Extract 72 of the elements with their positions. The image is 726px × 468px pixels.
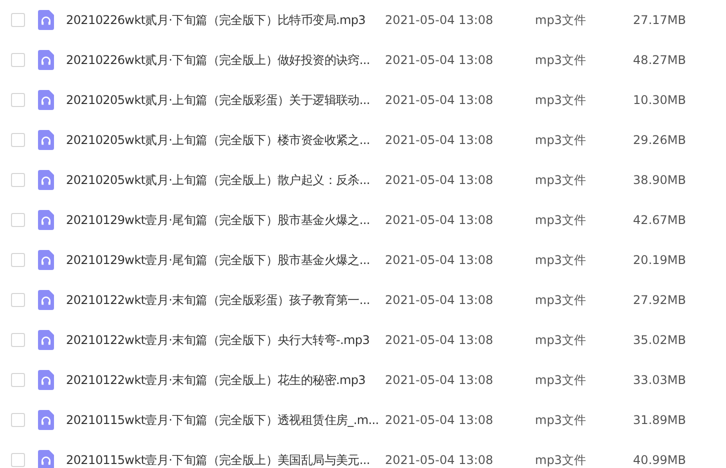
modified-date: 2021-05-04 13:08 <box>385 213 494 227</box>
checkbox[interactable] <box>11 173 25 187</box>
audio-file-icon <box>38 290 54 310</box>
file-name[interactable]: 20210129wkt壹月·尾旬篇（完全版下）股市基金火爆之... <box>66 252 385 268</box>
audio-file-icon <box>38 450 54 468</box>
file-size: 42.67MB <box>632 213 686 227</box>
checkbox[interactable] <box>11 293 25 307</box>
file-type: mp3文件 <box>535 92 587 108</box>
file-name[interactable]: 20210115wkt壹月·下旬篇（完全版下）透视租赁住房_.m... <box>66 412 385 428</box>
audio-file-icon <box>38 90 54 110</box>
file-size: 35.02MB <box>632 333 686 347</box>
checkbox[interactable] <box>11 93 25 107</box>
file-type: mp3文件 <box>535 452 587 468</box>
file-type: mp3文件 <box>535 12 587 28</box>
checkbox[interactable] <box>11 373 25 387</box>
file-type: mp3文件 <box>535 52 587 68</box>
checkbox[interactable] <box>11 253 25 267</box>
checkbox[interactable] <box>11 333 25 347</box>
checkbox[interactable] <box>11 413 25 427</box>
file-name[interactable]: 20210205wkt贰月·上旬篇（完全版下）楼市资金收紧之... <box>66 132 385 148</box>
modified-date: 2021-05-04 13:08 <box>385 413 494 427</box>
file-type: mp3文件 <box>535 332 587 348</box>
audio-file-icon <box>38 410 54 430</box>
checkbox[interactable] <box>11 133 25 147</box>
file-name[interactable]: 20210205wkt贰月·上旬篇（完全版彩蛋）关于逻辑联动... <box>66 92 385 108</box>
audio-file-icon <box>38 50 54 70</box>
file-name[interactable]: 20210115wkt壹月·下旬篇（完全版上）美国乱局与美元... <box>66 452 385 468</box>
file-size: 48.27MB <box>632 53 686 67</box>
checkbox[interactable] <box>11 13 25 27</box>
file-name[interactable]: 20210226wkt贰月·下旬篇（完全版上）做好投资的诀窍... <box>66 52 385 68</box>
file-type: mp3文件 <box>535 412 587 428</box>
modified-date: 2021-05-04 13:08 <box>385 333 494 347</box>
file-type: mp3文件 <box>535 292 587 308</box>
modified-date: 2021-05-04 13:08 <box>385 373 494 387</box>
audio-file-icon <box>38 10 54 30</box>
file-name[interactable]: 20210122wkt壹月·末旬篇（完全版上）花生的秘密.mp3 <box>66 372 385 388</box>
audio-file-icon <box>38 330 54 350</box>
file-type: mp3文件 <box>535 252 587 268</box>
checkbox[interactable] <box>11 53 25 67</box>
audio-file-icon <box>38 170 54 190</box>
modified-date: 2021-05-04 13:08 <box>385 93 494 107</box>
file-size: 27.17MB <box>632 13 686 27</box>
file-size: 20.19MB <box>632 253 686 267</box>
file-size: 33.03MB <box>632 373 686 387</box>
file-type: mp3文件 <box>535 372 587 388</box>
modified-date: 2021-05-04 13:08 <box>385 253 494 267</box>
checkbox[interactable] <box>11 453 25 467</box>
modified-date: 2021-05-04 13:08 <box>385 293 494 307</box>
file-type: mp3文件 <box>535 132 587 148</box>
file-name[interactable]: 20210122wkt壹月·末旬篇（完全版下）央行大转弯-.mp3 <box>66 332 385 348</box>
file-name[interactable]: 20210226wkt贰月·下旬篇（完全版下）比特币变局.mp3 <box>66 12 385 28</box>
modified-date: 2021-05-04 13:08 <box>385 53 494 67</box>
modified-date: 2021-05-04 13:08 <box>385 453 494 467</box>
audio-file-icon <box>38 370 54 390</box>
file-type: mp3文件 <box>535 172 587 188</box>
audio-file-icon <box>38 130 54 150</box>
file-size: 29.26MB <box>632 133 686 147</box>
file-size: 10.30MB <box>632 93 686 107</box>
file-size: 40.99MB <box>632 453 686 467</box>
modified-date: 2021-05-04 13:08 <box>385 13 494 27</box>
file-size: 27.92MB <box>632 293 686 307</box>
file-name[interactable]: 20210122wkt壹月·末旬篇（完全版彩蛋）孩子教育第一... <box>66 292 385 308</box>
file-name[interactable]: 20210205wkt贰月·上旬篇（完全版上）散户起义：反杀... <box>66 172 385 188</box>
modified-date: 2021-05-04 13:08 <box>385 133 494 147</box>
audio-file-icon <box>38 210 54 230</box>
file-size: 38.90MB <box>632 173 686 187</box>
checkbox[interactable] <box>11 213 25 227</box>
file-size: 31.89MB <box>632 413 686 427</box>
audio-file-icon <box>38 250 54 270</box>
file-name[interactable]: 20210129wkt壹月·尾旬篇（完全版下）股市基金火爆之... <box>66 212 385 228</box>
modified-date: 2021-05-04 13:08 <box>385 173 494 187</box>
file-type: mp3文件 <box>535 212 587 228</box>
